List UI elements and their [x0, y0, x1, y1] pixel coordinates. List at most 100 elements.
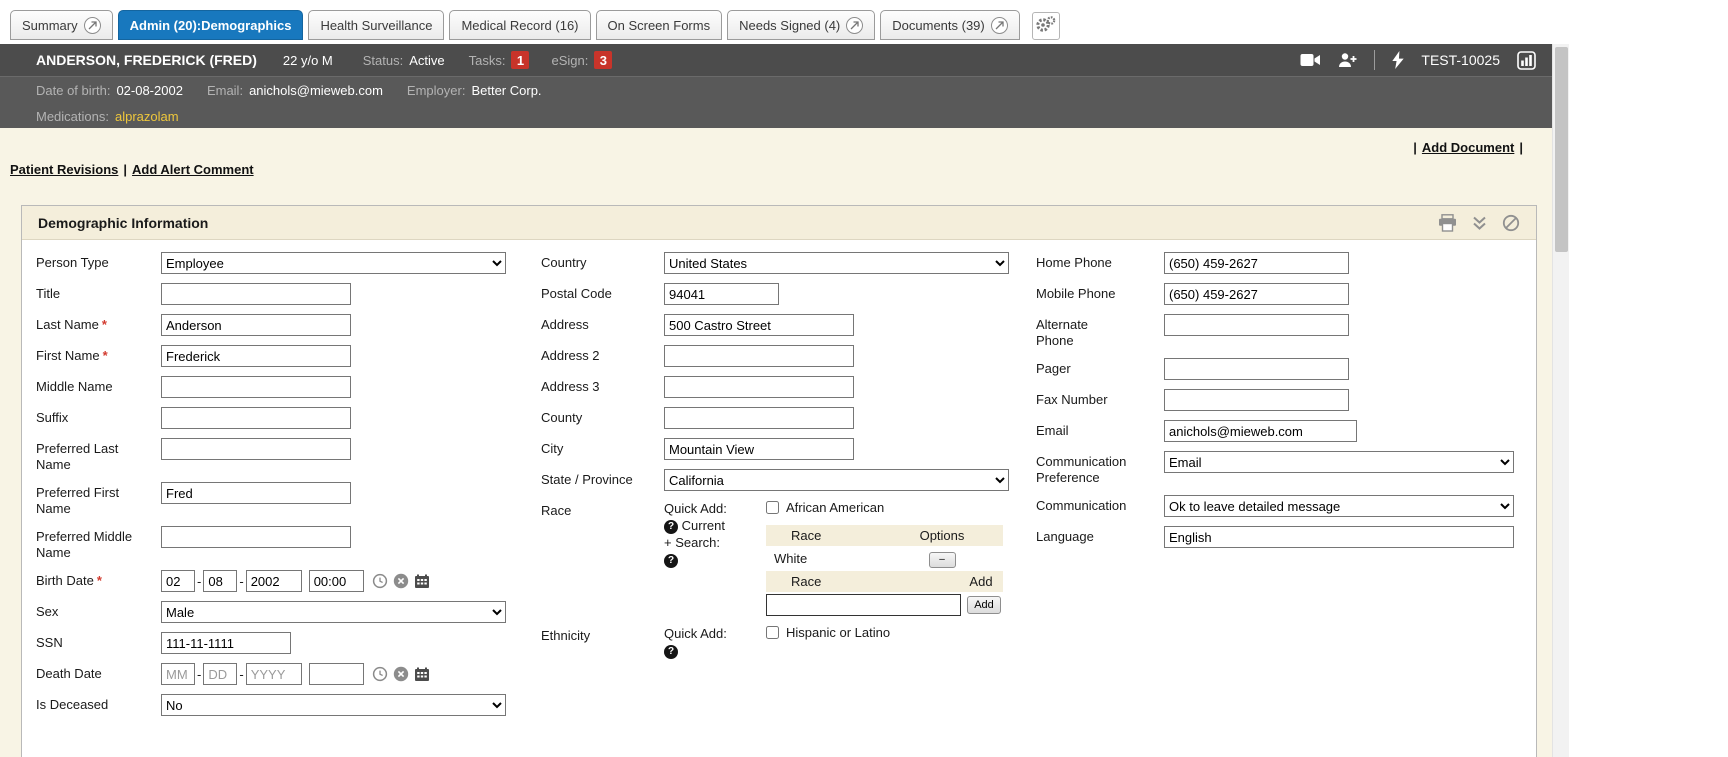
contact-email-input[interactable]: [1164, 420, 1357, 442]
preferred-middle-name-input[interactable]: [161, 526, 351, 548]
address-input[interactable]: [664, 314, 854, 336]
suffix-input[interactable]: [161, 407, 351, 429]
field-first-name: First Name*: [36, 345, 538, 367]
ethnicity-hispanic-checkbox[interactable]: [766, 626, 779, 639]
popout-icon[interactable]: [84, 17, 101, 34]
is-deceased-select[interactable]: No: [161, 694, 506, 716]
communication-select[interactable]: Ok to leave detailed message: [1164, 495, 1514, 517]
print-icon[interactable]: [1438, 214, 1457, 232]
tab-summary[interactable]: Summary: [10, 10, 113, 40]
county-input[interactable]: [664, 407, 854, 429]
death-year-input[interactable]: [246, 663, 302, 685]
address3-input[interactable]: [664, 376, 854, 398]
clock-icon[interactable]: [372, 666, 388, 682]
disable-icon[interactable]: [1502, 214, 1520, 232]
birth-year-input[interactable]: [246, 570, 302, 592]
tab-on-screen-forms[interactable]: On Screen Forms: [596, 10, 723, 40]
preferred-last-name-input[interactable]: [161, 438, 351, 460]
clear-date-icon[interactable]: [393, 666, 409, 682]
add-col-header: Add: [959, 574, 1003, 589]
lightning-icon[interactable]: [1392, 51, 1404, 69]
birth-day-input[interactable]: [203, 570, 237, 592]
field-alternate-phone: Alternate Phone: [1036, 314, 1536, 349]
remove-race-button[interactable]: –: [929, 552, 956, 568]
tab-documents[interactable]: Documents (39): [880, 10, 1019, 40]
ssn-input[interactable]: [161, 632, 291, 654]
fax-number-input[interactable]: [1164, 389, 1349, 411]
language-input[interactable]: [1164, 526, 1514, 548]
address2-label: Address 2: [541, 345, 641, 364]
last-name-label-text: Last Name: [36, 317, 99, 332]
field-city: City: [541, 438, 1035, 460]
person-type-select[interactable]: Employee: [161, 252, 506, 274]
employer-value: Better Corp.: [471, 83, 541, 98]
patient-header-row3: Medications: alprazolam: [0, 104, 1552, 128]
state-select[interactable]: California: [664, 469, 1009, 491]
clock-icon[interactable]: [372, 573, 388, 589]
collapse-icon[interactable]: [1472, 215, 1487, 231]
birth-time-input[interactable]: [309, 570, 364, 592]
tasks-badge[interactable]: 1: [511, 51, 529, 69]
add-document-link[interactable]: Add Document: [1422, 140, 1514, 155]
popout-icon[interactable]: [846, 17, 863, 34]
field-home-phone: Home Phone: [1036, 252, 1536, 274]
bar-chart-icon[interactable]: [1517, 51, 1536, 70]
video-camera-icon[interactable]: [1300, 53, 1321, 67]
title-input[interactable]: [161, 283, 351, 305]
settings-gears-button[interactable]: [1032, 12, 1060, 40]
race-add-button[interactable]: Add: [967, 596, 1001, 614]
medications-value[interactable]: alprazolam: [115, 109, 179, 124]
calendar-icon[interactable]: [414, 574, 430, 589]
race-controls: African American Race Options White –: [766, 500, 1003, 616]
required-mark: *: [103, 348, 108, 363]
demographics-panel: Demographic Information Person Type Empl…: [21, 205, 1537, 757]
address2-input[interactable]: [664, 345, 854, 367]
tab-medical-record[interactable]: Medical Record (16): [449, 10, 590, 40]
vertical-scrollbar[interactable]: [1552, 44, 1569, 757]
ethnicity-quick-add-row: Hispanic or Latino: [766, 625, 1003, 640]
patient-header: ANDERSON, FREDERICK (FRED) 22 y/o M Stat…: [0, 44, 1552, 128]
add-user-icon[interactable]: [1338, 52, 1357, 68]
mobile-phone-input[interactable]: [1164, 283, 1349, 305]
employer-label: Employer:: [407, 83, 466, 98]
help-icon[interactable]: ?: [664, 554, 678, 568]
race-search-input[interactable]: [766, 594, 961, 616]
help-icon[interactable]: ?: [664, 520, 678, 534]
tab-needs-signed[interactable]: Needs Signed (4): [727, 10, 875, 40]
death-time-input[interactable]: [309, 663, 364, 685]
first-name-label: First Name*: [36, 345, 136, 364]
city-input[interactable]: [664, 438, 854, 460]
home-phone-input[interactable]: [1164, 252, 1349, 274]
sex-select[interactable]: Male: [161, 601, 506, 623]
pipe: |: [123, 162, 127, 177]
communication-preference-select[interactable]: Email: [1164, 451, 1514, 473]
scrollbar-thumb[interactable]: [1555, 47, 1568, 252]
postal-code-input[interactable]: [664, 283, 779, 305]
pager-input[interactable]: [1164, 358, 1349, 380]
date-separator: -: [239, 570, 243, 589]
country-select[interactable]: United States: [664, 252, 1009, 274]
patient-revisions-link[interactable]: Patient Revisions: [10, 162, 118, 177]
clear-date-icon[interactable]: [393, 573, 409, 589]
tab-admin-demographics[interactable]: Admin (20):Demographics: [118, 10, 304, 40]
esign-badge[interactable]: 3: [594, 51, 612, 69]
popout-icon[interactable]: [991, 17, 1008, 34]
death-day-input[interactable]: [203, 663, 237, 685]
first-name-input[interactable]: [161, 345, 351, 367]
tab-health-surveillance[interactable]: Health Surveillance: [308, 10, 444, 40]
preferred-first-name-input[interactable]: [161, 482, 351, 504]
last-name-input[interactable]: [161, 314, 351, 336]
add-alert-comment-link[interactable]: Add Alert Comment: [132, 162, 254, 177]
alternate-phone-input[interactable]: [1164, 314, 1349, 336]
middle-name-input[interactable]: [161, 376, 351, 398]
calendar-icon[interactable]: [414, 667, 430, 682]
add-document-row: |Add Document|: [1408, 140, 1528, 155]
field-county: County: [541, 407, 1035, 429]
race-african-american-checkbox[interactable]: [766, 501, 779, 514]
birth-month-input[interactable]: [161, 570, 195, 592]
race-label: Race: [541, 500, 641, 519]
death-month-input[interactable]: [161, 663, 195, 685]
patient-age-sex: 22 y/o M: [283, 53, 333, 68]
help-icon[interactable]: ?: [664, 645, 678, 659]
tab-summary-label: Summary: [22, 18, 78, 33]
